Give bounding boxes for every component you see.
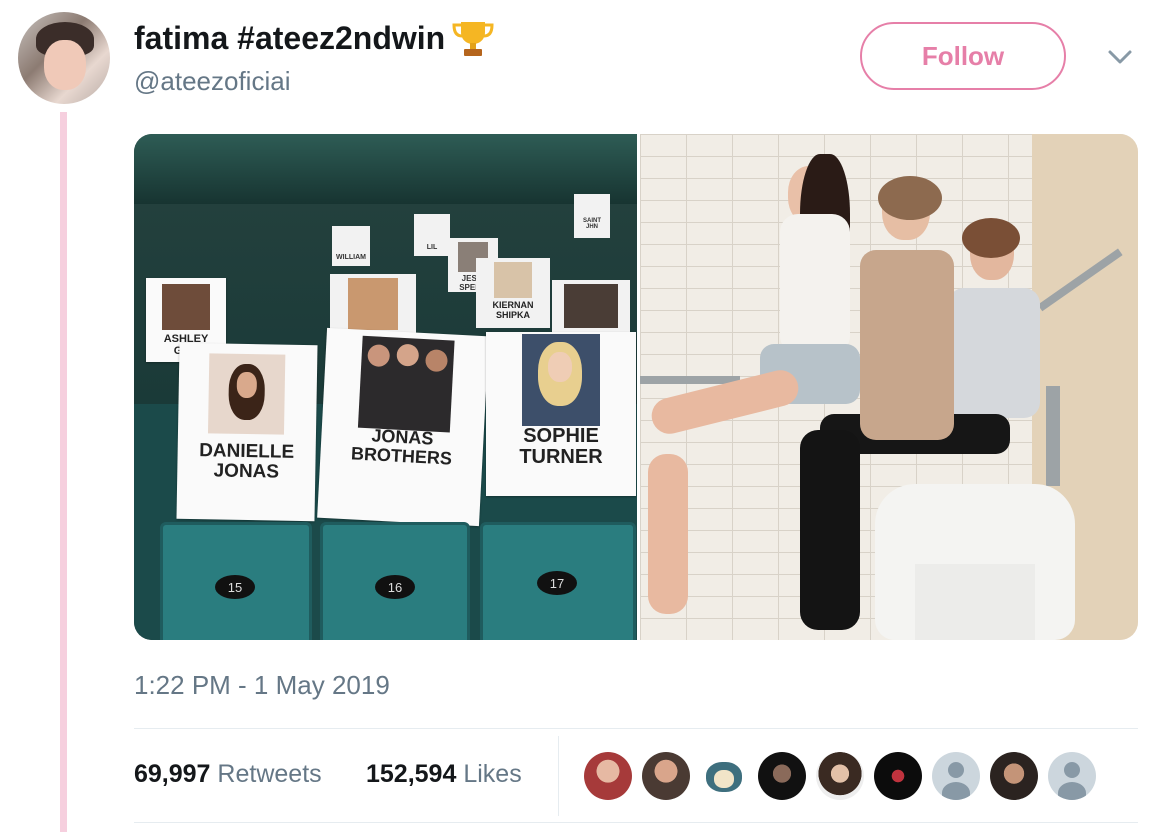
profile-avatar[interactable]	[18, 12, 110, 104]
seat-card-ashley-photo	[162, 284, 210, 330]
seat-card-center-back-photo	[348, 278, 398, 330]
liker-avatar-6[interactable]	[874, 752, 922, 800]
liker-avatar-1[interactable]	[584, 752, 632, 800]
arena-stage-area	[134, 134, 637, 204]
seat-16: 16	[320, 522, 470, 640]
retweets-stat[interactable]: 69,997 Retweets	[134, 760, 322, 789]
stats-divider-top	[134, 728, 1138, 729]
stats-divider-vertical	[558, 736, 559, 816]
snorlax-avatar[interactable]	[700, 752, 748, 800]
default-avatar-head	[948, 762, 964, 778]
media-image-left[interactable]: WILLIAM LIL SAINT JHN JESSI SPENC KIERNA…	[134, 134, 637, 640]
person-left-shirt	[780, 214, 850, 354]
avatar-face	[44, 40, 86, 90]
follow-button[interactable]: Follow	[860, 22, 1066, 90]
danielle-face	[236, 371, 258, 399]
seat-card-saint-jhn-label: SAINT JHN	[583, 218, 601, 230]
seat-card-william-label: WILLIAM	[336, 254, 366, 261]
person-left	[647, 154, 870, 640]
seat-card-william: WILLIAM	[332, 226, 370, 266]
tweet-media[interactable]: WILLIAM LIL SAINT JHN JESSI SPENC KIERNA…	[134, 134, 1138, 640]
seat-card-center-back	[330, 274, 416, 334]
liker-avatar-8[interactable]	[990, 752, 1038, 800]
seat-card-danielle-label: DANIELLE JONAS	[198, 440, 295, 483]
jonas-face-3	[424, 349, 449, 373]
seat-16-number: 16	[375, 575, 415, 599]
likes-count: 152,594	[366, 760, 457, 788]
liker-avatar-5[interactable]	[816, 752, 864, 800]
seat-card-right-back	[552, 280, 630, 332]
seat-card-kiernan: KIERNAN SHIPKA	[476, 258, 550, 328]
default-avatar-icon[interactable]	[1048, 752, 1096, 800]
liker-avatar-2[interactable]	[642, 752, 690, 800]
person-right-shirt	[948, 288, 1040, 418]
default-avatar-head	[1064, 762, 1080, 778]
default-avatar-body	[1058, 782, 1086, 800]
seat-card-danielle: DANIELLE JONAS	[176, 342, 318, 522]
display-name-text: fatima #ateez2ndwin	[134, 19, 446, 56]
seat-card-jonas-brothers: JONAS BROTHERS	[317, 327, 489, 527]
retweets-label: Retweets	[217, 760, 322, 788]
chevron-down-icon[interactable]	[1106, 48, 1134, 66]
seat-17: 17	[480, 522, 636, 640]
media-image-right[interactable]	[640, 134, 1138, 640]
seat-17-number: 17	[537, 571, 577, 595]
seat-card-saint-jhn: SAINT JHN	[574, 194, 610, 238]
tweet-timestamp[interactable]: 1:22 PM - 1 May 2019	[134, 670, 390, 701]
sophie-face	[548, 352, 572, 382]
flush-pipe	[1046, 386, 1060, 486]
seat-card-lil: LIL	[414, 214, 450, 256]
seat-card-sophie-photo	[522, 334, 600, 426]
person-middle-hair	[878, 176, 942, 220]
person-right-hair	[962, 218, 1020, 258]
likes-label: Likes	[463, 760, 522, 788]
seat-card-sophie-label: SOPHIE TURNER	[519, 425, 603, 468]
seat-card-kiernan-photo	[494, 262, 532, 298]
user-handle[interactable]: @ateezoficiai	[134, 66, 290, 97]
jonas-face-1	[367, 344, 391, 368]
trophy-icon	[452, 22, 494, 56]
liker-avatar-4[interactable]	[758, 752, 806, 800]
snorlax-belly	[714, 770, 734, 788]
retweets-count: 69,997	[134, 760, 211, 788]
seat-card-right-back-photo	[564, 284, 618, 328]
default-avatar-body	[942, 782, 970, 800]
stats-divider-bottom	[134, 822, 1138, 823]
seat-15: 15	[160, 522, 312, 640]
default-avatar-icon[interactable]	[932, 752, 980, 800]
seat-15-number: 15	[215, 575, 255, 599]
seat-card-sophie: SOPHIE TURNER	[486, 332, 636, 496]
thread-line	[60, 112, 67, 832]
jonas-face-2	[396, 343, 420, 367]
person-left-lower-leg	[648, 454, 688, 614]
seat-card-danielle-photo	[207, 353, 286, 435]
person-middle-dress	[860, 250, 954, 440]
seat-card-lil-label: LIL	[426, 244, 438, 251]
seat-card-jonas-photo	[357, 335, 455, 433]
seat-card-kiernan-label: KIERNAN SHIPKA	[492, 300, 534, 320]
seat-card-jonas-label: JONAS BROTHERS	[350, 425, 453, 469]
likes-stat[interactable]: 152,594 Likes	[366, 760, 522, 789]
display-name[interactable]: fatima #ateez2ndwin	[134, 18, 495, 58]
